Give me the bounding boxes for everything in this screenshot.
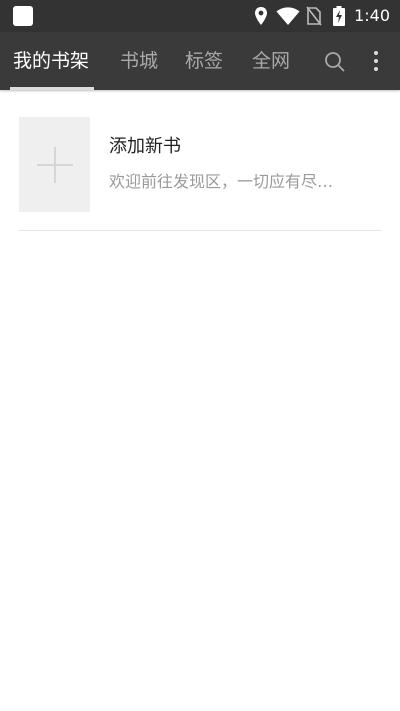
add-new-book-item[interactable]: 添加新书 欢迎前往发现区，一切应有尽…	[0, 90, 400, 230]
toolbar: 我的书架 书城 标签 全网	[0, 32, 400, 90]
tab-tags[interactable]: 标签	[185, 32, 223, 90]
tab-bookstore[interactable]: 书城	[120, 32, 158, 90]
app-icon	[13, 6, 33, 26]
battery-charging-icon	[333, 6, 345, 26]
plus-icon	[37, 147, 73, 183]
status-bar: 1:40	[0, 0, 400, 32]
status-time: 1:40	[354, 6, 390, 25]
list-divider	[19, 230, 381, 231]
book-title: 添加新书	[109, 136, 181, 157]
more-vert-icon[interactable]	[369, 49, 383, 73]
no-sim-icon	[306, 6, 322, 26]
tab-whole-web[interactable]: 全网	[252, 32, 290, 90]
search-icon[interactable]	[324, 51, 346, 73]
wifi-icon	[276, 7, 300, 25]
book-cover-placeholder	[19, 117, 90, 212]
tab-my-bookshelf[interactable]: 我的书架	[13, 32, 89, 90]
book-description: 欢迎前往发现区，一切应有尽…	[109, 172, 334, 191]
location-icon	[255, 7, 267, 25]
